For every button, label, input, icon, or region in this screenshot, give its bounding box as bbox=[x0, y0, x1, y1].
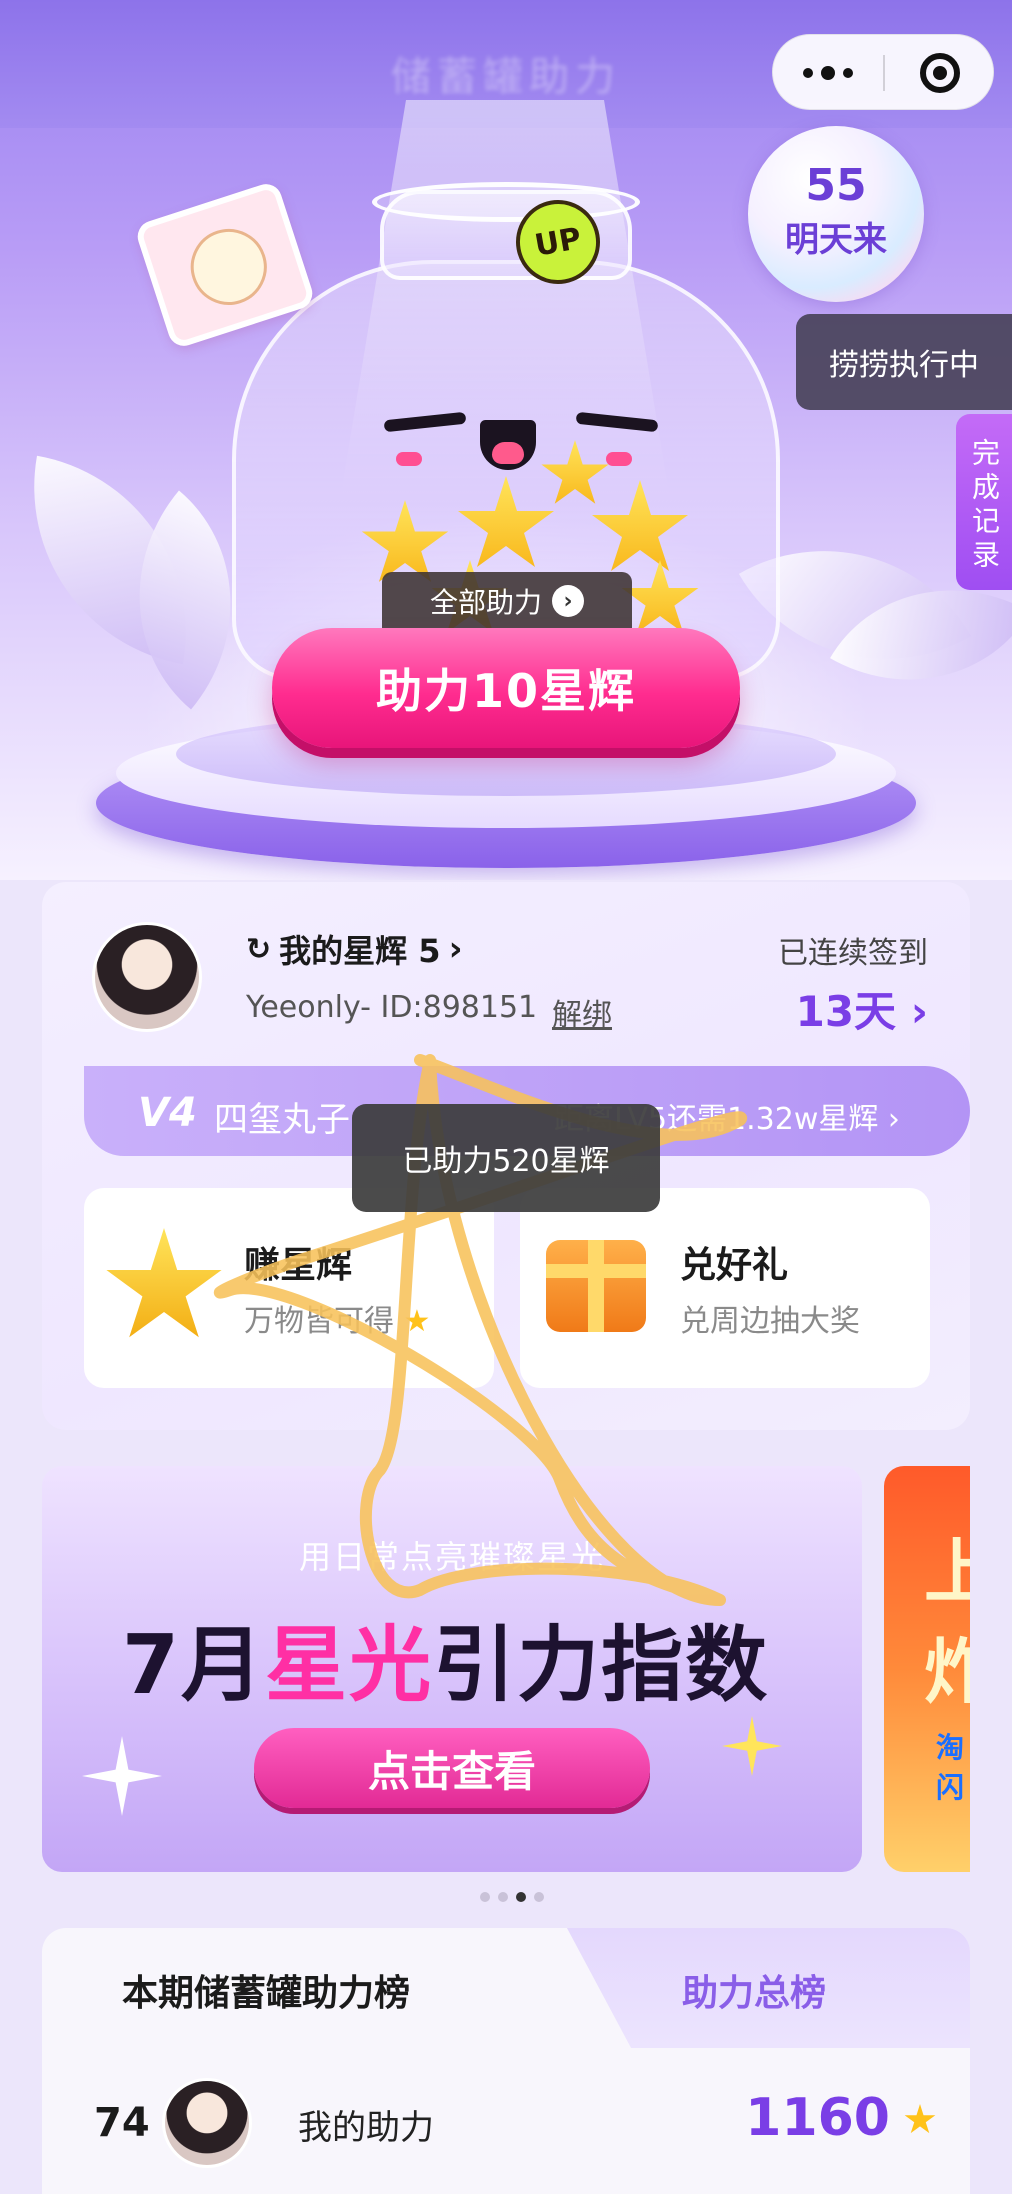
star-icon bbox=[904, 2104, 936, 2134]
all-help-link[interactable]: 全部助力 › bbox=[382, 572, 632, 630]
target-ring bbox=[920, 53, 960, 93]
earn-title: 赚星辉 bbox=[244, 1245, 353, 1286]
peek-char: 炸 bbox=[924, 1631, 970, 1713]
earn-stars-card[interactable]: 赚星辉 万物皆可得 ★ bbox=[84, 1188, 494, 1388]
records-tab[interactable]: 完成记录 bbox=[956, 414, 1012, 590]
carousel-dots bbox=[480, 1892, 544, 1902]
user-id: Yeeonly- ID:898151 bbox=[246, 990, 538, 1025]
tab-total-ranking[interactable]: 助力总榜 bbox=[682, 1964, 826, 2016]
unbind-link[interactable]: 解绑 bbox=[552, 990, 612, 1034]
gift-box-icon bbox=[546, 1240, 646, 1332]
level-name: 四玺丸子 bbox=[214, 1100, 350, 1140]
all-help-label: 全部助力 bbox=[429, 586, 542, 619]
ranking-panel: 本期储蓄罐助力榜 助力总榜 74 我的助力 1160 bbox=[42, 1928, 970, 2194]
right-blush bbox=[606, 452, 632, 466]
chevron-right-icon: › bbox=[887, 1102, 900, 1137]
redeem-title: 兑好礼 bbox=[680, 1245, 789, 1286]
signin-days[interactable]: 13天 › bbox=[796, 978, 928, 1039]
peek-char: 淘 bbox=[936, 1731, 965, 1764]
carousel-dot[interactable] bbox=[498, 1892, 508, 1902]
carousel-dot-active[interactable] bbox=[516, 1892, 526, 1902]
star-mascot-icon bbox=[106, 1228, 222, 1338]
promo-banner[interactable]: 用日常点亮璀璨星光 7月星光引力指数 点击查看 bbox=[42, 1466, 862, 1872]
chevron-right-icon: › bbox=[910, 987, 928, 1036]
counter-bubble[interactable]: 55 明天来 bbox=[748, 126, 924, 302]
help-button[interactable]: 助力10星辉 bbox=[272, 628, 740, 748]
banner-title-part1: 7月 bbox=[122, 1618, 266, 1713]
avatar bbox=[162, 2078, 252, 2168]
jar-lip bbox=[372, 182, 640, 222]
banner-title: 7月星光引力指数 bbox=[122, 1598, 769, 1717]
signin-label: 已连续签到 bbox=[778, 936, 928, 971]
counter-text: 明天来 bbox=[785, 220, 887, 260]
signin-days-value: 13天 bbox=[795, 987, 897, 1036]
earn-subtitle: 万物皆可得 ★ bbox=[244, 1296, 430, 1340]
avatar[interactable] bbox=[92, 922, 202, 1032]
hero-section: 储蓄罐助力 UP 55 明天来 捞捞执行中 完成记录 全部助力 › 助力10星辉 bbox=[0, 0, 1012, 880]
carousel-dot[interactable] bbox=[480, 1892, 490, 1902]
banner-view-button[interactable]: 点击查看 bbox=[254, 1728, 650, 1808]
refresh-icon: ↻ bbox=[246, 931, 272, 967]
redeem-subtitle: 兑周边抽大奖 bbox=[680, 1304, 860, 1339]
more-dots-icon[interactable] bbox=[773, 35, 883, 111]
my-stars-link[interactable]: ↻ 我的星辉 5 › bbox=[246, 926, 463, 972]
more-dots-glyph bbox=[803, 66, 853, 80]
banner-title-part3: 引力指数 bbox=[433, 1618, 770, 1713]
rank-value: 1160 bbox=[745, 2088, 890, 2148]
my-stars-label: 我的星辉 5 bbox=[279, 932, 441, 970]
mini-program-capsule bbox=[772, 34, 994, 110]
peek-char: 闪 bbox=[936, 1771, 965, 1804]
toast-message: 已助力520星辉 bbox=[352, 1104, 660, 1212]
banner-subtitle: 用日常点亮璀璨星光 bbox=[298, 1538, 605, 1576]
level-badge: V4 bbox=[138, 1090, 197, 1136]
redeem-gifts-card[interactable]: 兑好礼 兑周边抽大奖 bbox=[520, 1188, 930, 1388]
peek-char: 上 bbox=[924, 1531, 970, 1613]
carousel-dot[interactable] bbox=[534, 1892, 544, 1902]
rank-name: 我的助力 bbox=[298, 2108, 434, 2148]
tab-current-ranking[interactable]: 本期储蓄罐助力榜 bbox=[122, 1964, 410, 2016]
counter-value: 55 bbox=[805, 160, 867, 211]
chevron-right-icon: › bbox=[448, 929, 463, 969]
next-banner-peek[interactable]: 上 炸 淘 闪 bbox=[884, 1466, 970, 1872]
small-star-icon: ★ bbox=[403, 1304, 431, 1339]
rank-position: 74 bbox=[94, 2100, 150, 2146]
close-target-icon[interactable] bbox=[885, 35, 995, 111]
banner-title-part2: 星光 bbox=[265, 1618, 434, 1713]
earn-subtitle-text: 万物皆可得 bbox=[244, 1304, 394, 1339]
running-status-tag[interactable]: 捞捞执行中 bbox=[796, 314, 1012, 410]
chevron-right-icon: › bbox=[552, 585, 584, 617]
left-blush bbox=[396, 452, 422, 466]
sparkle-icon bbox=[82, 1736, 162, 1816]
sparkle-icon bbox=[722, 1716, 782, 1776]
